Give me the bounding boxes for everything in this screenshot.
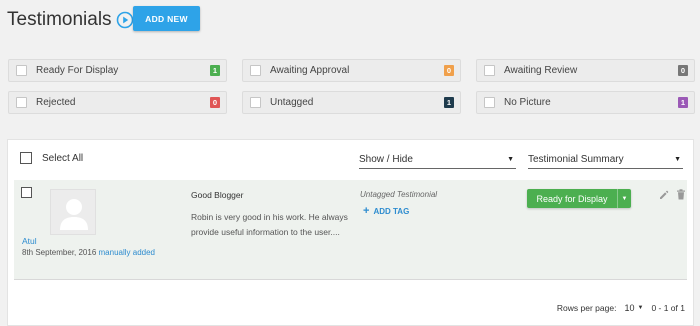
rows-per-page-select[interactable]: 10 ▼ (624, 303, 643, 313)
status-button[interactable]: Ready for Display ▼ (527, 189, 631, 208)
add-tag-label: ADD TAG (373, 206, 410, 216)
filter-awaiting-approval[interactable]: Awaiting Approval 0 (242, 59, 461, 82)
select-all[interactable]: Select All (20, 152, 83, 164)
filter-count-badge: 1 (678, 97, 688, 108)
select-all-checkbox[interactable] (20, 152, 32, 164)
testimonial-title: Good Blogger (191, 190, 244, 200)
filter-checkbox[interactable] (484, 65, 495, 76)
filter-label: Awaiting Review (504, 65, 578, 76)
play-circle-icon[interactable] (116, 11, 134, 29)
trash-icon[interactable] (676, 189, 686, 200)
page-header: Testimonials (7, 6, 134, 34)
add-tag-button[interactable]: + ADD TAG (363, 205, 409, 217)
filter-count-badge: 0 (210, 97, 220, 108)
testimonial-row: Atul 8th September, 2016 manually added … (14, 180, 687, 280)
page-range: 0 - 1 of 1 (651, 303, 685, 313)
source-text: manually added (98, 248, 155, 257)
testimonial-body: Robin is very good in his work. He alway… (191, 212, 348, 237)
status-label: Ready for Display (536, 193, 608, 204)
filter-checkbox[interactable] (484, 97, 495, 108)
filter-count-badge: 0 (678, 65, 688, 76)
filter-ready-for-display[interactable]: Ready For Display 1 (8, 59, 227, 82)
testimonials-panel: Select All Show / Hide ▼ Testimonial Sum… (7, 139, 694, 326)
rows-per-page-label: Rows per page: (556, 303, 617, 313)
filter-rejected[interactable]: Rejected 0 (8, 91, 227, 114)
filter-label: Untagged (270, 97, 314, 108)
show-hide-dropdown[interactable]: Show / Hide ▼ (359, 150, 516, 169)
caret-down-icon[interactable]: ▼ (617, 189, 631, 208)
dropdown-arrow-icon: ▼ (637, 305, 644, 311)
dropdown-arrow-icon: ▼ (507, 155, 514, 163)
filter-no-picture[interactable]: No Picture 1 (476, 91, 695, 114)
filter-checkbox[interactable] (16, 97, 27, 108)
date-text: 8th September, 2016 (22, 248, 97, 257)
filter-checkbox[interactable] (16, 65, 27, 76)
select-all-label: Select All (42, 152, 84, 164)
testimonial-date: 8th September, 2016 manually added (22, 248, 155, 257)
rows-per-page-value: 10 (624, 303, 635, 313)
avatar-placeholder-icon (50, 189, 96, 235)
add-new-button[interactable]: ADD NEW (133, 6, 200, 31)
filter-awaiting-review[interactable]: Awaiting Review 0 (476, 59, 695, 82)
filter-label: Ready For Display (36, 65, 119, 76)
view-value: Testimonial Summary (528, 153, 624, 165)
filter-count-badge: 1 (444, 97, 454, 108)
page-title: Testimonials (7, 9, 112, 30)
plus-icon: + (363, 205, 370, 217)
pagination: Rows per page: 10 ▼ 0 - 1 of 1 (557, 303, 685, 313)
filter-label: No Picture (504, 97, 551, 108)
filter-checkbox[interactable] (250, 97, 261, 108)
filter-untagged[interactable]: Untagged 1 (242, 91, 461, 114)
dropdown-arrow-icon: ▼ (674, 155, 681, 163)
filter-count-badge: 1 (210, 65, 220, 76)
edit-icon[interactable] (659, 190, 669, 200)
show-hide-value: Show / Hide (359, 153, 413, 165)
filter-label: Awaiting Approval (270, 65, 350, 76)
filter-label: Rejected (36, 97, 76, 108)
filter-count-badge: 0 (444, 65, 454, 76)
filter-checkbox[interactable] (250, 65, 261, 76)
author-name[interactable]: Atul (22, 236, 37, 246)
tag-status: Untagged Testimonial (360, 190, 438, 199)
view-dropdown[interactable]: Testimonial Summary ▼ (528, 150, 683, 169)
row-checkbox[interactable] (21, 187, 32, 198)
